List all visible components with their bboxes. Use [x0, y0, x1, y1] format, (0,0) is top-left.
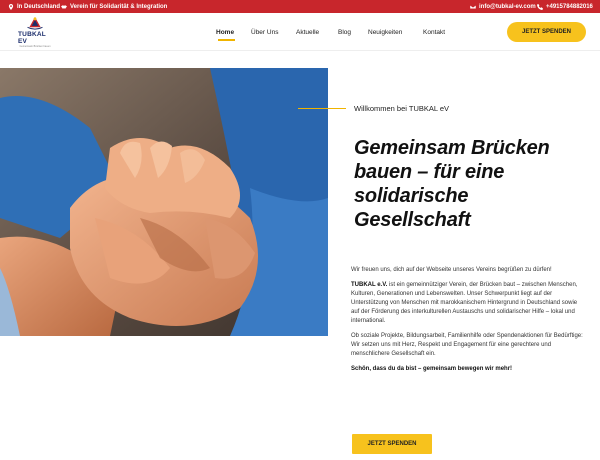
welcome-accent-line — [298, 108, 346, 109]
nav-kontakt[interactable]: Kontakt — [423, 29, 445, 36]
topbar-email-text[interactable]: info@tubkal-ev.com — [479, 4, 536, 10]
top-bar: In Deutschland Verein für Solidarität & … — [0, 0, 600, 13]
intro-paragraph: Wir freuen uns, dich auf der Webseite un… — [351, 267, 552, 273]
nav-active-underline — [218, 39, 235, 41]
site-header: TUBKAL EV Gemeinsam Brücken bauen Home Ü… — [0, 13, 600, 51]
about-org-name: TUBKAL e.V. — [351, 282, 388, 288]
headline-line-1: Gemeinsam Brücken — [354, 137, 550, 159]
about-paragraph-text: ist ein gemeinnütziger Verein, der Brück… — [351, 282, 578, 324]
headline-line-3: solidarische — [354, 185, 469, 207]
closing-paragraph: Schön, dass du da bist – gemeinsam beweg… — [351, 365, 583, 374]
hero-body: Wir freuen uns, dich auf der Webseite un… — [351, 266, 583, 380]
envelope-icon — [470, 4, 476, 9]
nav-blog[interactable]: Blog — [338, 29, 351, 36]
topbar-tagline: Verein für Solidarität & Integration — [61, 0, 167, 13]
topbar-phone[interactable]: +4915784882016 — [537, 0, 593, 13]
topbar-location: In Deutschland — [8, 0, 60, 13]
nav-neuigkeiten[interactable]: Neuigkeiten — [368, 29, 402, 36]
map-pin-icon — [8, 3, 14, 10]
hero-image — [0, 68, 328, 336]
nav-ueber-uns[interactable]: Über Uns — [251, 29, 278, 36]
nav-home[interactable]: Home — [216, 29, 234, 36]
headline-line-4: Gesellschaft — [354, 209, 471, 231]
hero-headline: Gemeinsam Brücken bauen – für eine solid… — [354, 136, 598, 232]
topbar-tagline-text: Verein für Solidarität & Integration — [70, 3, 168, 10]
about-paragraph: TUBKAL e.V. ist ein gemeinnütziger Verei… — [351, 281, 583, 326]
closing-text: Schön, dass du da bist – gemeinsam beweg… — [351, 366, 513, 372]
headline-line-2: bauen – für eine — [354, 161, 505, 183]
topbar-phone-text[interactable]: +4915784882016 — [546, 4, 593, 10]
topbar-email[interactable]: info@tubkal-ev.com — [470, 0, 536, 13]
hero-donate-button[interactable]: JETZT SPENDEN — [352, 434, 432, 454]
header-donate-button[interactable]: JETZT SPENDEN — [507, 22, 586, 42]
hands-photo — [0, 68, 328, 336]
welcome-text: Willkommen bei TUBKAL eV — [354, 104, 450, 113]
phone-icon — [537, 3, 543, 10]
handshake-icon — [61, 4, 67, 9]
projects-paragraph: Ob soziale Projekte, Bildungsarbeit, Fam… — [351, 333, 583, 357]
nav-aktuelle[interactable]: Aktuelle — [296, 29, 319, 36]
topbar-location-text: In Deutschland — [17, 3, 61, 10]
